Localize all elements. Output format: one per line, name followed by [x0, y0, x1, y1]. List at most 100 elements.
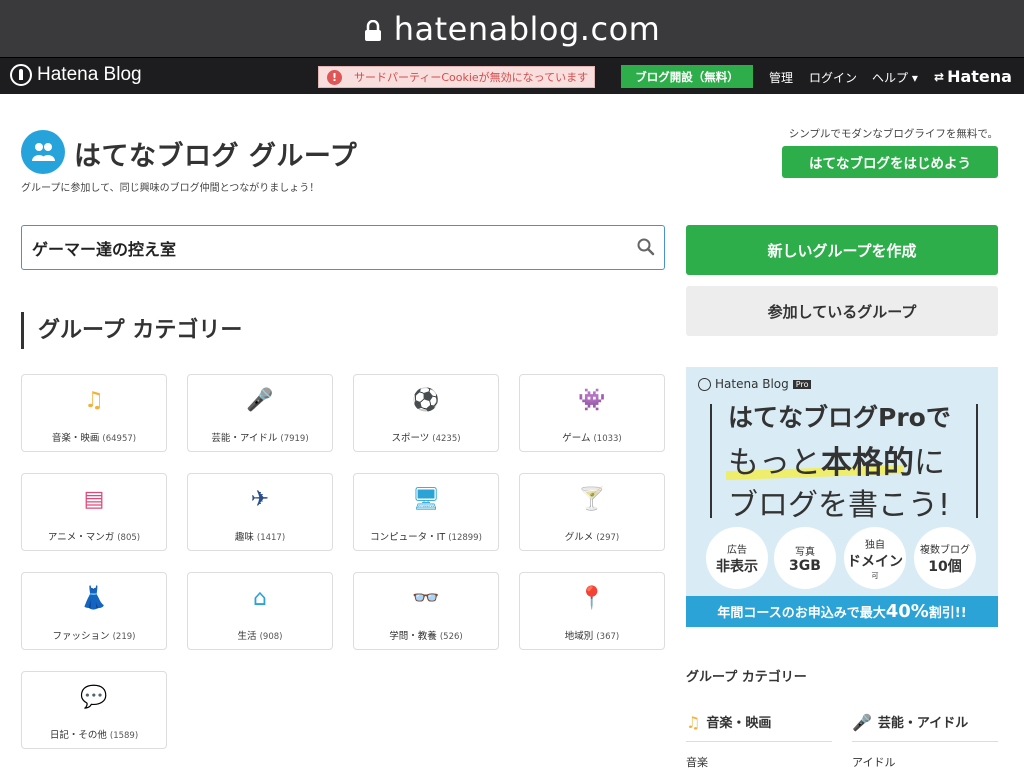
dress-icon: 👗	[80, 585, 108, 611]
category-card[interactable]: ♫ 音楽・映画 (64957)	[21, 374, 167, 452]
category-label: ファッション (219)	[53, 628, 136, 642]
manga-book-icon: ▤	[83, 486, 105, 512]
feature-extra: 可	[871, 571, 879, 580]
sidebar-category-label: 音楽・映画	[706, 716, 772, 731]
speech-bubbles-icon: 💬	[80, 684, 108, 710]
category-name: スポーツ	[391, 433, 430, 444]
ad-feature-badge: 写真 3GB	[774, 527, 836, 589]
category-label: ゲーム (1033)	[562, 430, 622, 444]
sidebar-category-icon: ♫	[686, 713, 701, 732]
category-name: 音楽・映画	[51, 433, 100, 444]
categories-heading: グループ カテゴリー	[21, 312, 242, 349]
category-label: コンピュータ・IT (12899)	[370, 529, 482, 543]
category-label: アニメ・マンガ (805)	[48, 529, 140, 543]
page-subtitle: グループに参加して、同じ興味のブログ仲間とつながりましょう！	[21, 183, 320, 194]
hatena-blog-logo[interactable]: Hatena Blog	[10, 64, 142, 86]
category-card[interactable]: 🍸 グルメ (297)	[519, 473, 665, 551]
category-card[interactable]: 👗 ファッション (219)	[21, 572, 167, 650]
ad-line-2-bold: 本格的	[821, 445, 914, 481]
nav-login[interactable]: ログイン	[809, 69, 857, 86]
sidebar-subcategory-link[interactable]: アイドル	[852, 754, 895, 770]
hatena-top-bar: Hatena Blog ! サードパーティーCookieが無効になっています ブ…	[0, 57, 1024, 94]
category-card[interactable]: 💬 日記・その他 (1589)	[21, 671, 167, 749]
ad-logo: Hatena Blog Pro	[698, 377, 812, 391]
category-name: 趣味	[234, 532, 254, 543]
monitor-icon: 🖥	[412, 486, 440, 512]
ad-line-3: ブログを書こう!	[728, 488, 951, 523]
category-count: (367)	[596, 632, 620, 642]
category-card[interactable]: 📍 地域別 (367)	[519, 572, 665, 650]
hatena-text: Hatena	[947, 67, 1012, 86]
category-name: グルメ	[564, 532, 594, 543]
category-label: 学問・教養 (526)	[389, 628, 462, 642]
joined-groups-button[interactable]: 参加しているグループ	[686, 286, 998, 336]
hatena-mark-icon: ⇄	[934, 69, 945, 84]
cookie-warning-text: サードパーティーCookieが無効になっています	[354, 71, 589, 84]
category-card[interactable]: ⚽ スポーツ (4235)	[353, 374, 499, 452]
search-input[interactable]	[32, 238, 622, 257]
band-pct: 40%	[885, 601, 929, 622]
ad-line-2-pre: もっと	[728, 445, 821, 481]
category-card[interactable]: 🎤 芸能・アイドル (7919)	[187, 374, 333, 452]
ad-line-1: はてなブログProで	[728, 403, 951, 432]
search-icon[interactable]	[637, 238, 655, 256]
category-card[interactable]: ▤ アニメ・マンガ (805)	[21, 473, 167, 551]
category-count: (219)	[112, 632, 136, 642]
category-label: 芸能・アイドル (7919)	[211, 430, 308, 444]
warning-icon: !	[327, 69, 342, 85]
category-name: 日記・その他	[49, 730, 107, 741]
start-hatena-blog-button[interactable]: はてなブログをはじめよう	[782, 146, 998, 178]
hatena-link[interactable]: ⇄ Hatena	[934, 67, 1012, 86]
cookie-warning-banner[interactable]: ! サードパーティーCookieが無効になっています	[318, 66, 595, 88]
hatena-blog-pro-ad[interactable]: Hatena Blog Pro はてなブログProで もっと本格的に ブログを書…	[686, 367, 998, 627]
sidebar-subcategory-link[interactable]: 音楽	[686, 754, 708, 770]
ad-line-2: もっと本格的に	[728, 437, 945, 482]
category-card[interactable]: 🖥 コンピュータ・IT (12899)	[353, 473, 499, 551]
house-icon: ⌂	[253, 585, 267, 611]
map-pin-icon: 📍	[578, 585, 606, 611]
category-count: (12899)	[448, 533, 482, 543]
page-title: はてなブログ グループ	[74, 141, 358, 172]
feature-small: 独自	[865, 539, 885, 551]
feature-small: 広告	[727, 544, 747, 556]
category-name: 芸能・アイドル	[211, 433, 278, 444]
feature-small: 複数ブログ	[920, 544, 970, 556]
soccer-ball-icon: ⚽	[412, 387, 440, 413]
category-count: (4235)	[432, 434, 461, 444]
category-label: 生活 (908)	[238, 628, 283, 642]
category-label: 地域別 (367)	[565, 628, 619, 642]
sidebar-category-icon: 🎤	[852, 713, 872, 732]
category-card[interactable]: ⌂ 生活 (908)	[187, 572, 333, 650]
band-post: 割引!!	[928, 606, 967, 621]
music-note-icon: ♫	[84, 387, 104, 413]
sidebar-category[interactable]: ♫ 音楽・映画	[686, 714, 832, 742]
category-count: (526)	[439, 632, 463, 642]
glasses-icon: 👓	[412, 585, 440, 611]
create-group-button[interactable]: 新しいグループを作成	[686, 225, 998, 275]
category-name: 生活	[237, 631, 257, 642]
feature-big: 3GB	[789, 557, 821, 574]
category-count: (1589)	[109, 731, 139, 741]
category-label: グルメ (297)	[565, 529, 619, 543]
nav-help[interactable]: ヘルプ ▾	[872, 69, 918, 86]
group-search-box[interactable]	[21, 225, 665, 270]
group-users-icon	[21, 130, 65, 174]
hatena-pen-icon	[698, 377, 711, 391]
feature-small: 写真	[795, 546, 815, 558]
start-blog-button[interactable]: ブログ開設（無料）	[621, 65, 753, 88]
category-card[interactable]: ✈ 趣味 (1417)	[187, 473, 333, 551]
sidebar-category[interactable]: 🎤 芸能・アイドル	[852, 714, 998, 742]
category-count: (64957)	[102, 434, 137, 444]
category-name: ゲーム	[562, 433, 591, 444]
browser-url-bar[interactable]: hatenablog.com	[0, 0, 1024, 57]
feature-big: ドメイン	[847, 553, 903, 570]
nav-manage[interactable]: 管理	[769, 69, 793, 86]
ad-line-2-post: に	[914, 445, 945, 481]
ad-feature-badge: 独自 ドメイン可	[844, 527, 906, 589]
ad-logo-text: Hatena Blog	[715, 377, 789, 391]
category-card[interactable]: 👾 ゲーム (1033)	[519, 374, 665, 452]
category-name: アニメ・マンガ	[47, 532, 115, 543]
category-count: (7919)	[280, 434, 309, 444]
url-text: hatenablog.com	[393, 9, 661, 48]
category-card[interactable]: 👓 学問・教養 (526)	[353, 572, 499, 650]
